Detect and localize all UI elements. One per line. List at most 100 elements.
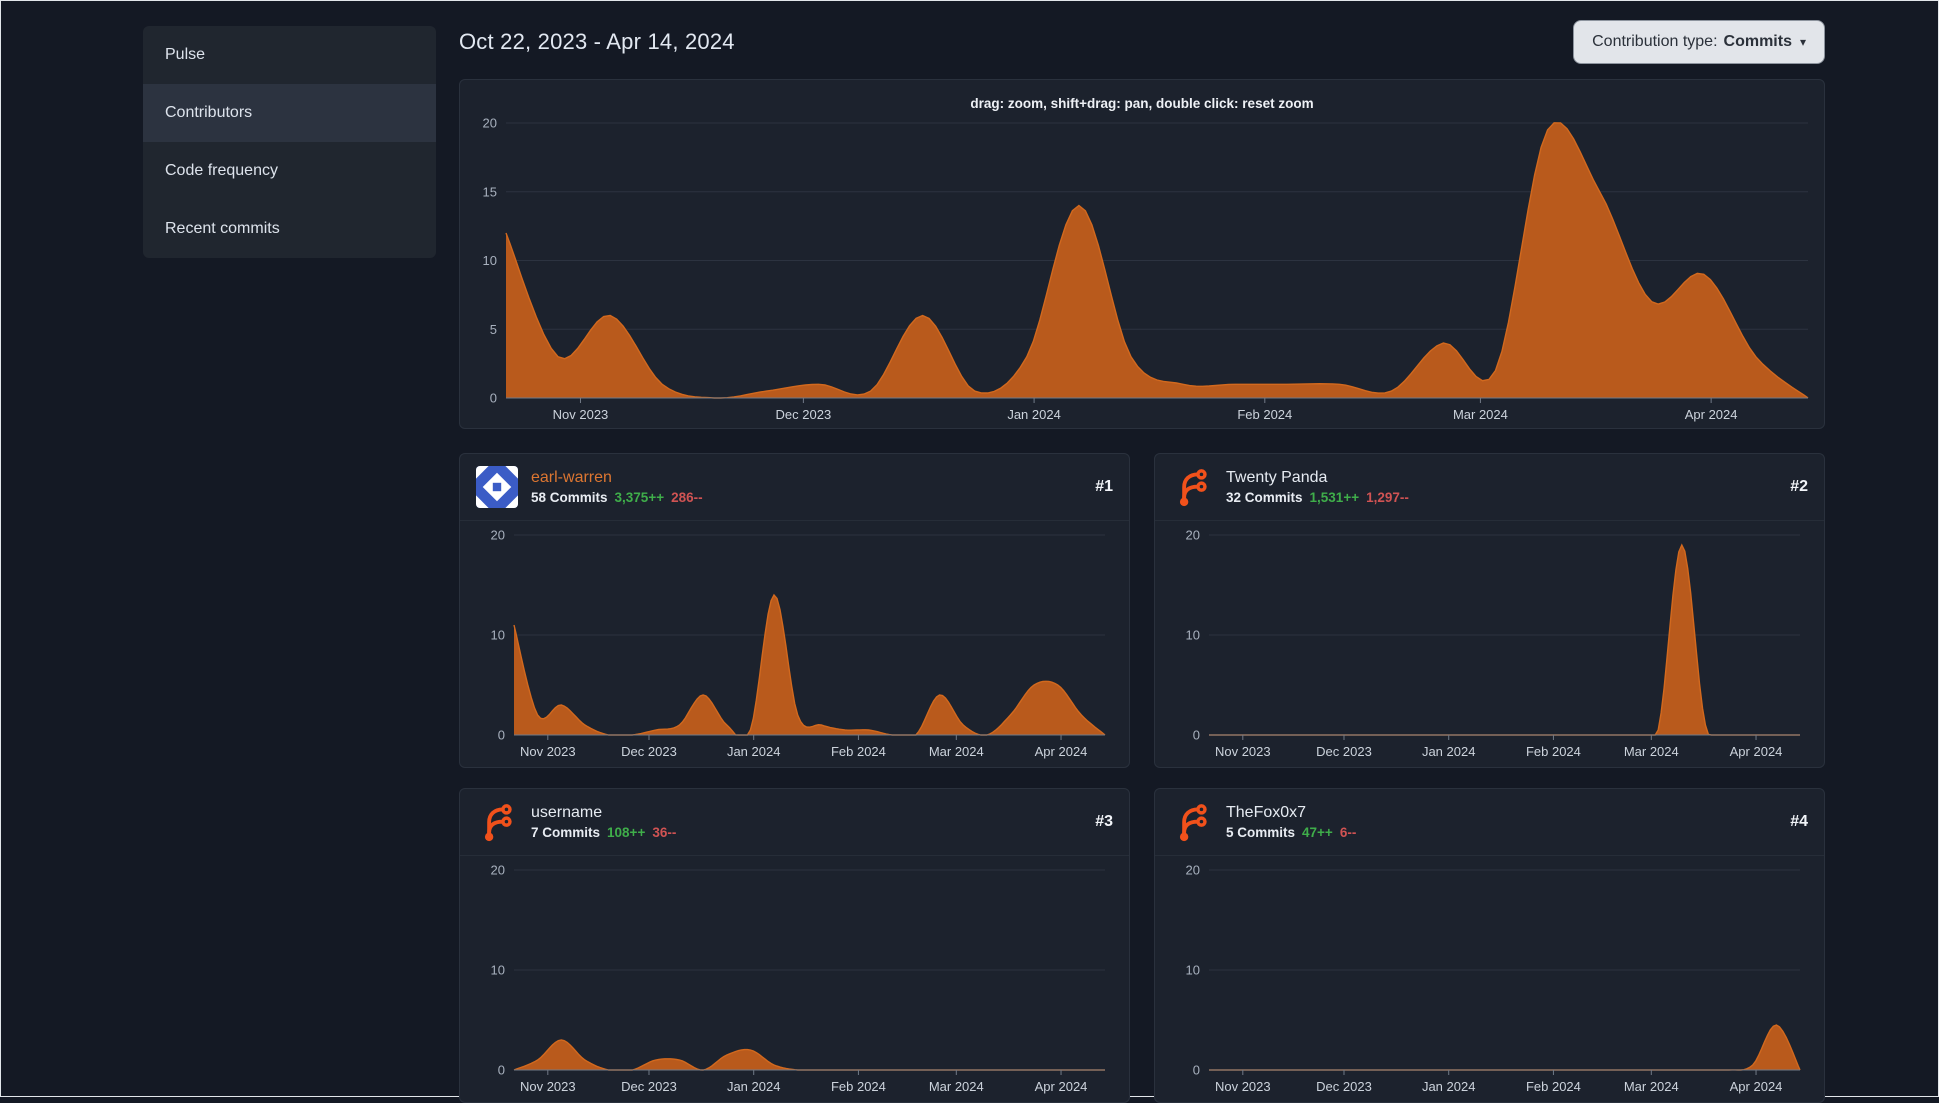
svg-text:10: 10	[1186, 963, 1200, 978]
svg-text:Jan 2024: Jan 2024	[1422, 744, 1476, 759]
additions-count: 108++	[607, 825, 646, 840]
contributor-area-chart[interactable]: 0 10 20 Nov 2023 Dec 2023 Jan 2024 Feb 2024 Mar…	[1163, 525, 1816, 765]
contributor-name-link[interactable]: username	[531, 804, 676, 822]
additions-count: 47++	[1302, 825, 1333, 840]
svg-text:Jan 2024: Jan 2024	[727, 744, 781, 759]
contributor-chart-area: 0 10 20 Nov 2023 Dec 2023 Jan 2024 Feb 2024 Mar…	[1155, 856, 1824, 1102]
contributor-rank: #3	[1095, 813, 1113, 830]
commit-count: 32 Commits	[1226, 490, 1303, 505]
contributor-area-chart[interactable]: 0 10 20 Nov 2023 Dec 2023 Jan 2024 Feb 2024 Mar…	[468, 525, 1121, 765]
svg-text:20: 20	[1186, 863, 1200, 878]
svg-text:Nov 2023: Nov 2023	[553, 407, 609, 422]
commit-count: 58 Commits	[531, 490, 608, 505]
contributor-stats: 5 Commits 47++ 6--	[1226, 825, 1356, 840]
chevron-down-icon: ▾	[1799, 35, 1806, 49]
contributor-area-chart[interactable]: 0 10 20 Nov 2023 Dec 2023 Jan 2024 Feb 2024 Mar…	[1163, 860, 1816, 1100]
svg-text:20: 20	[491, 863, 505, 878]
identicon-avatar[interactable]	[476, 466, 518, 508]
commit-count: 5 Commits	[1226, 825, 1296, 840]
contributor-chart-area: 0 10 20 Nov 2023 Dec 2023 Jan 2024 Feb 2024 Mar…	[1155, 521, 1824, 767]
sidebar-item-recent-commits[interactable]: Recent commits	[143, 200, 436, 258]
contributor-card-header: TheFox0x7 5 Commits 47++ 6-- #4	[1155, 789, 1824, 856]
additions-count: 3,375++	[614, 490, 665, 505]
chart-zoom-hint: drag: zoom, shift+drag: pan, double clic…	[970, 96, 1314, 111]
deletions-count: 286--	[671, 490, 703, 505]
svg-text:Feb 2024: Feb 2024	[831, 1079, 886, 1094]
deletions-count: 36--	[652, 825, 677, 840]
contributor-chart-area: 0 10 20 Nov 2023 Dec 2023 Jan 2024 Feb 2024 Mar…	[460, 521, 1129, 767]
svg-text:0: 0	[498, 1063, 505, 1078]
svg-text:10: 10	[483, 253, 497, 268]
svg-text:0: 0	[490, 391, 497, 406]
contributor-stats: 32 Commits 1,531++ 1,297--	[1226, 490, 1409, 505]
svg-text:Feb 2024: Feb 2024	[1526, 744, 1581, 759]
svg-text:Jan 2024: Jan 2024	[1007, 407, 1061, 422]
date-range-heading: Oct 22, 2023 - Apr 14, 2024	[459, 29, 735, 54]
contributor-card: username 7 Commits 108++ 36-- #3 0 10 20 No…	[459, 788, 1130, 1103]
svg-text:20: 20	[491, 528, 505, 543]
contributor-card: TheFox0x7 5 Commits 47++ 6-- #4 0 10 20 Nov…	[1154, 788, 1825, 1103]
svg-text:Dec 2023: Dec 2023	[621, 1079, 677, 1094]
contribution-type-value: Commits	[1723, 33, 1792, 50]
svg-text:Jan 2024: Jan 2024	[727, 1079, 781, 1094]
forgejo-logo-avatar[interactable]	[1171, 466, 1213, 508]
contributor-card: Twenty Panda 32 Commits 1,531++ 1,297-- …	[1154, 453, 1825, 768]
additions-count: 1,531++	[1309, 490, 1360, 505]
contributor-stats: 7 Commits 108++ 36--	[531, 825, 676, 840]
svg-text:Dec 2023: Dec 2023	[1316, 1079, 1372, 1094]
svg-text:Apr 2024: Apr 2024	[1730, 744, 1783, 759]
contributor-stats: 58 Commits 3,375++ 286--	[531, 490, 703, 505]
commit-count: 7 Commits	[531, 825, 601, 840]
svg-text:Nov 2023: Nov 2023	[1215, 744, 1271, 759]
contributor-card-header: earl-warren 58 Commits 3,375++ 286-- #1	[460, 454, 1129, 521]
svg-text:Mar 2024: Mar 2024	[1624, 1079, 1679, 1094]
contributor-rank: #4	[1790, 813, 1808, 830]
sidebar-item-pulse[interactable]: Pulse	[143, 26, 436, 84]
contributor-name-link[interactable]: earl-warren	[531, 469, 703, 487]
contributor-name-link[interactable]: TheFox0x7	[1226, 804, 1356, 822]
svg-text:Feb 2024: Feb 2024	[831, 744, 886, 759]
forgejo-logo-avatar[interactable]	[476, 801, 518, 843]
contributor-area-chart[interactable]: 0 10 20 Nov 2023 Dec 2023 Jan 2024 Feb 2024 Mar…	[468, 860, 1121, 1100]
contributions-area-chart[interactable]: 0 5 10 15 20 Nov 2023 Dec 2023 Jan 2024 Feb 2024…	[460, 113, 1824, 428]
contribution-type-button[interactable]: Contribution type: Commits ▾	[1573, 20, 1825, 64]
contributor-card-header: Twenty Panda 32 Commits 1,531++ 1,297-- …	[1155, 454, 1824, 521]
svg-text:Apr 2024: Apr 2024	[1730, 1079, 1783, 1094]
svg-text:5: 5	[490, 322, 497, 337]
svg-text:10: 10	[491, 963, 505, 978]
svg-text:Mar 2024: Mar 2024	[929, 744, 984, 759]
svg-text:0: 0	[1193, 728, 1200, 743]
svg-text:10: 10	[1186, 628, 1200, 643]
sidebar-item-code-frequency[interactable]: Code frequency	[143, 142, 436, 200]
contribution-type-label: Contribution type:	[1592, 33, 1718, 50]
svg-text:Feb 2024: Feb 2024	[1237, 407, 1292, 422]
svg-text:Apr 2024: Apr 2024	[1035, 744, 1088, 759]
svg-text:Mar 2024: Mar 2024	[929, 1079, 984, 1094]
svg-text:Dec 2023: Dec 2023	[621, 744, 677, 759]
forgejo-logo-avatar[interactable]	[1171, 801, 1213, 843]
contributor-cards-grid: earl-warren 58 Commits 3,375++ 286-- #1 …	[459, 453, 1825, 1103]
contributor-rank: #2	[1790, 478, 1808, 495]
svg-text:Mar 2024: Mar 2024	[1624, 744, 1679, 759]
svg-text:15: 15	[483, 184, 497, 199]
svg-text:Dec 2023: Dec 2023	[776, 407, 832, 422]
deletions-count: 6--	[1339, 825, 1357, 840]
contributor-name-link[interactable]: Twenty Panda	[1226, 469, 1409, 487]
activity-sidebar: Pulse Contributors Code frequency Recent…	[143, 26, 436, 258]
deletions-count: 1,297--	[1366, 490, 1409, 505]
svg-text:Mar 2024: Mar 2024	[1453, 407, 1508, 422]
svg-text:Apr 2024: Apr 2024	[1035, 1079, 1088, 1094]
svg-text:Nov 2023: Nov 2023	[520, 744, 576, 759]
svg-text:Apr 2024: Apr 2024	[1685, 407, 1738, 422]
contributions-chart-panel: drag: zoom, shift+drag: pan, double clic…	[459, 79, 1825, 429]
contributor-rank: #1	[1095, 478, 1113, 495]
sidebar-item-contributors[interactable]: Contributors	[143, 84, 436, 142]
svg-text:0: 0	[498, 728, 505, 743]
contributor-card-header: username 7 Commits 108++ 36-- #3	[460, 789, 1129, 856]
contributor-card: earl-warren 58 Commits 3,375++ 286-- #1 …	[459, 453, 1130, 768]
svg-text:Nov 2023: Nov 2023	[520, 1079, 576, 1094]
svg-text:Jan 2024: Jan 2024	[1422, 1079, 1476, 1094]
svg-text:20: 20	[1186, 528, 1200, 543]
svg-text:20: 20	[483, 116, 497, 131]
svg-text:10: 10	[491, 628, 505, 643]
